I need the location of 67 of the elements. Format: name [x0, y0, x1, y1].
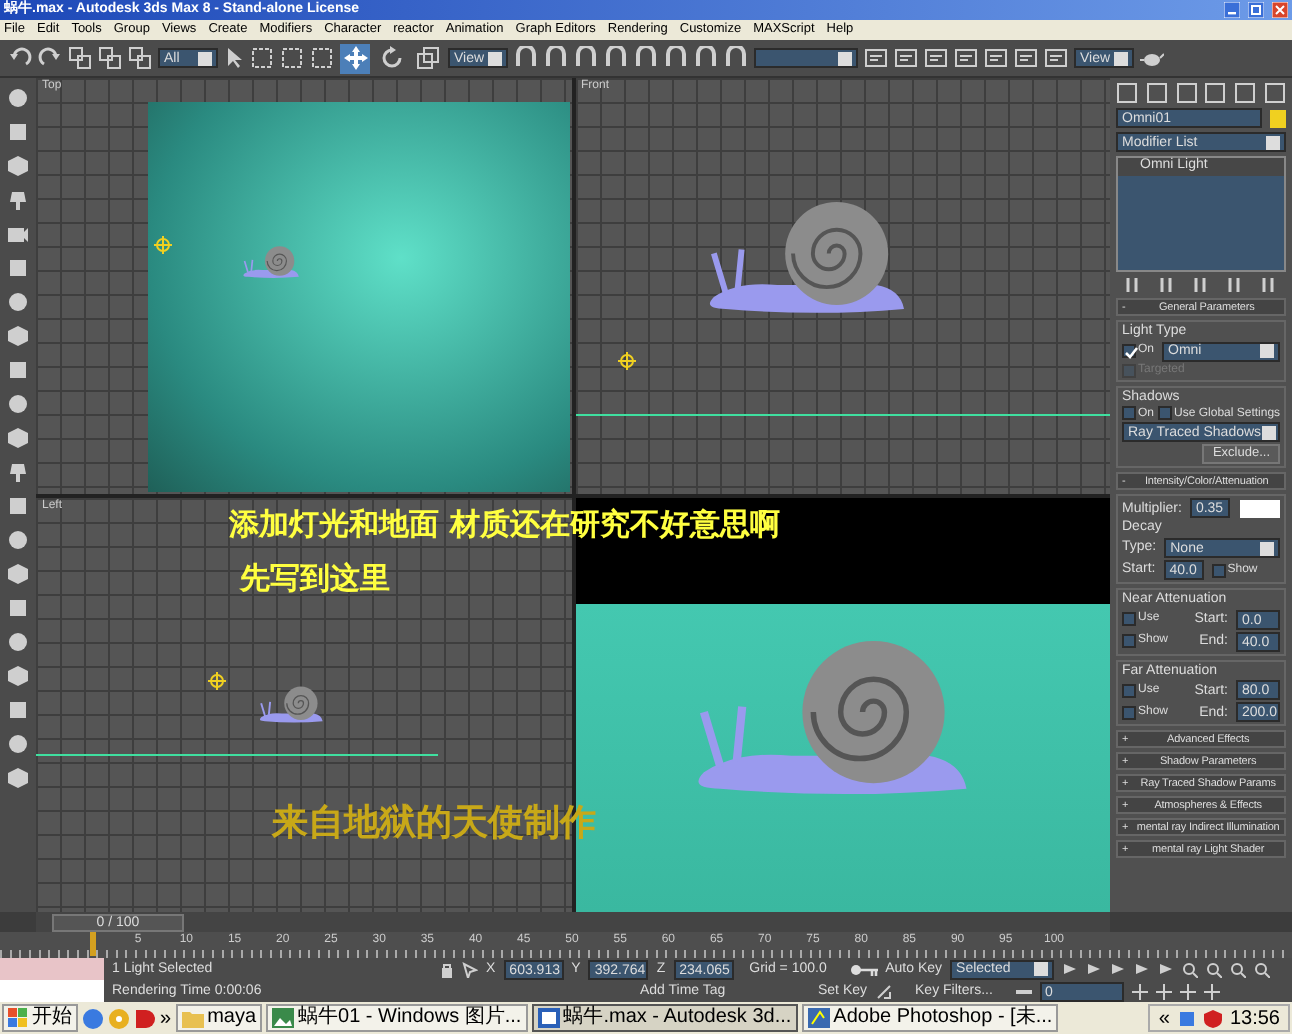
zoom-icon[interactable]: [1182, 961, 1199, 977]
listener-field[interactable]: [0, 958, 104, 980]
checkbox[interactable]: [1122, 612, 1136, 627]
taskbar-button[interactable]: 蜗牛01 - Windows 图片...: [266, 1004, 528, 1032]
taskbar-button[interactable]: Adobe Photoshop - [未...: [801, 1004, 1059, 1032]
snail-drawing: [242, 246, 299, 278]
redo-icon[interactable]: [38, 46, 62, 70]
lamp-icon[interactable]: [6, 460, 30, 484]
checkbox[interactable]: [1122, 683, 1136, 698]
photoshop-icon: [807, 1008, 830, 1028]
lock-icon[interactable]: [440, 961, 454, 977]
cube-icon[interactable]: [6, 766, 30, 790]
square-icon[interactable]: [6, 494, 30, 518]
checkbox[interactable]: [1122, 634, 1136, 649]
globe-icon[interactable]: [82, 1007, 104, 1029]
light-icon: [207, 671, 226, 690]
checkbox[interactable]: [1122, 344, 1136, 359]
key-filter-icon[interactable]: [875, 983, 892, 999]
caption-text: 添加灯光和地面 材质还在研究不好意思啊: [229, 507, 780, 541]
checkbox[interactable]: [1122, 406, 1136, 421]
camera-icon[interactable]: [6, 222, 30, 246]
square-icon[interactable]: [6, 698, 30, 722]
light-icon: [153, 235, 172, 254]
select-region-icon[interactable]: [250, 46, 274, 70]
cube-icon[interactable]: [6, 664, 30, 688]
square-icon[interactable]: [6, 596, 30, 620]
undo-icon[interactable]: [8, 46, 32, 70]
cube-icon[interactable]: [6, 562, 30, 586]
lamp-icon[interactable]: [6, 188, 30, 212]
checkbox[interactable]: [1211, 563, 1226, 578]
taskbar-button[interactable]: 蜗牛.max - Autodesk 3d...: [531, 1004, 798, 1032]
squares-icon[interactable]: [98, 46, 122, 70]
light-icon: [617, 351, 636, 370]
start-button[interactable]: 开始: [2, 1004, 78, 1032]
max-icon: [537, 1008, 560, 1028]
color-swatch[interactable]: [1270, 109, 1286, 127]
frame-marker: [90, 932, 96, 956]
squares-icon[interactable]: [68, 46, 92, 70]
checkbox[interactable]: [1158, 406, 1173, 421]
listener-field[interactable]: [0, 980, 104, 1002]
scale-tool-button[interactable]: [412, 43, 442, 73]
maximize-icon[interactable]: [1248, 2, 1264, 18]
close-icon[interactable]: [1272, 2, 1288, 18]
square-icon[interactable]: [6, 256, 30, 280]
color-swatch[interactable]: [1240, 499, 1280, 518]
quick-launch-chevron[interactable]: »: [160, 1007, 172, 1029]
square-icon[interactable]: [6, 358, 30, 382]
clock-text: 13:56: [1229, 1007, 1280, 1029]
cube-icon[interactable]: [6, 324, 30, 348]
windows-logo-icon: [8, 1008, 28, 1028]
folder-icon: [181, 1008, 204, 1028]
shape-icon[interactable]: [134, 1007, 156, 1029]
key-icon[interactable]: [849, 963, 878, 975]
cube-icon[interactable]: [6, 154, 30, 178]
snail-drawing: [259, 686, 323, 723]
image-icon: [272, 1008, 295, 1028]
named-selection-dropdown[interactable]: [754, 48, 858, 68]
taskbar-button[interactable]: maya: [175, 1004, 263, 1032]
play-icon[interactable]: [1110, 962, 1127, 976]
cube-icon[interactable]: [6, 426, 30, 450]
shield-icon[interactable]: [1203, 1009, 1222, 1027]
checkbox[interactable]: [1122, 705, 1136, 720]
minimize-icon[interactable]: [1224, 2, 1240, 18]
caption-text: 先写到这里: [240, 561, 391, 595]
move-tool-button[interactable]: [340, 43, 370, 73]
tray-chevron[interactable]: «: [1158, 1007, 1170, 1029]
square-icon[interactable]: [6, 120, 30, 144]
